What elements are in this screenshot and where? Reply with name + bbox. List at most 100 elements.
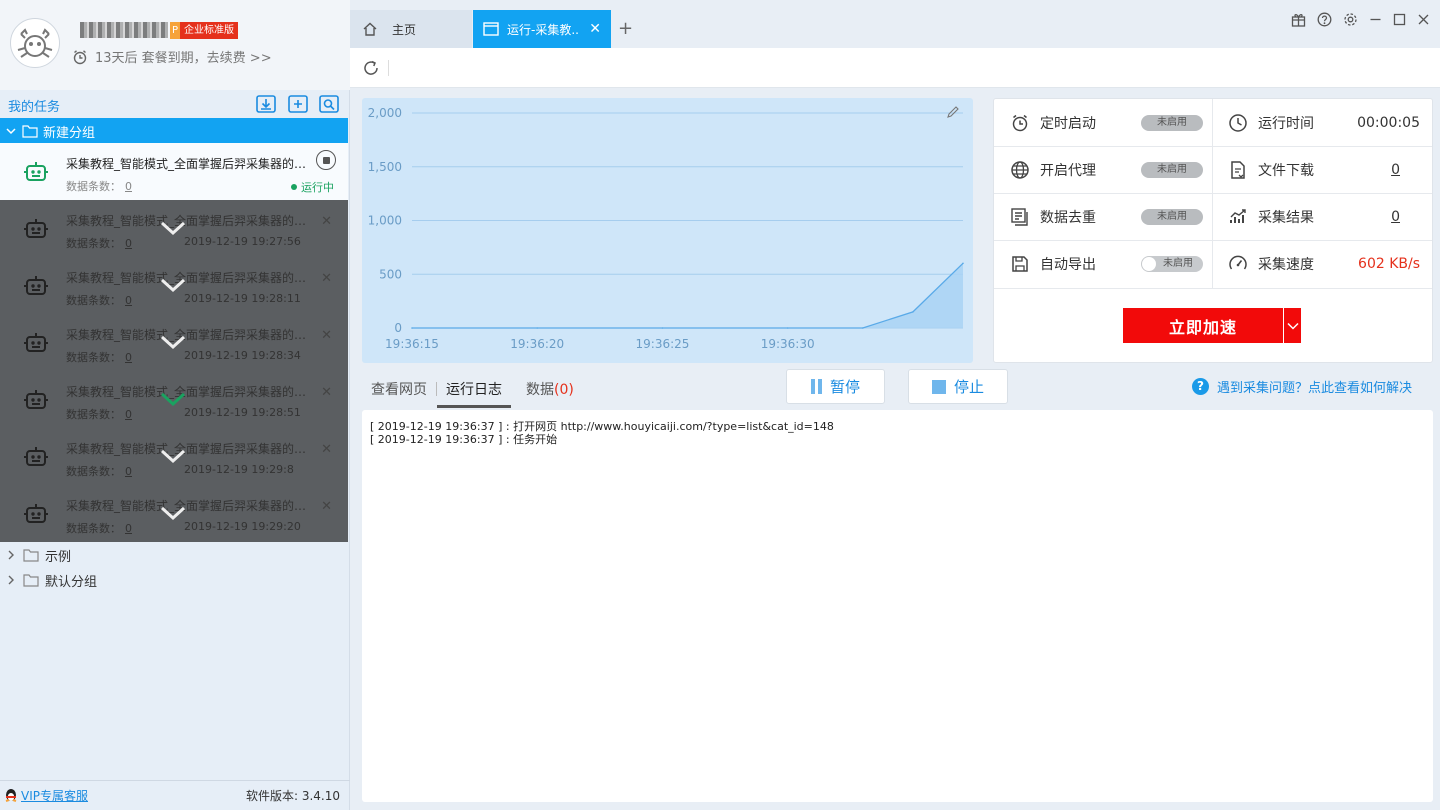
question-icon: ? (1192, 378, 1209, 395)
tab-view-page[interactable]: 查看网页 (362, 370, 436, 408)
new-task-icon[interactable] (288, 94, 308, 114)
trend-chart-icon (1230, 208, 1246, 223)
task-item-running[interactable]: 采集教程_智能模式_全面掌握后羿采集器的使用方法 数据条数：0 运行中 (0, 143, 348, 200)
proxy-toggle[interactable]: 未启用 (1141, 161, 1203, 178)
close-icon[interactable]: ✕ (321, 271, 332, 286)
status-badge: 运行中 (291, 179, 334, 195)
close-icon[interactable]: ✕ (321, 214, 332, 229)
close-window-icon[interactable] (1417, 13, 1430, 26)
gear-icon[interactable] (1343, 12, 1358, 27)
data-point (912, 311, 914, 313)
file-download-icon (1231, 160, 1245, 179)
help-link[interactable]: ? 遇到采集问题？点此查看如何解决 (1192, 377, 1412, 396)
stop-task-button[interactable] (316, 150, 336, 170)
vip-service-link[interactable]: VIP专属客服 (4, 787, 88, 804)
group-new[interactable]: 新建分组 (0, 118, 348, 144)
window-controls (1291, 12, 1430, 27)
x-tick-label: 19:36:15 (385, 337, 439, 351)
log-tabs: 查看网页 运行日志 数据(0) (362, 370, 583, 408)
tab-running-task[interactable]: 运行-采集教.. ✕ (473, 10, 611, 48)
tab-home[interactable]: 主页 (350, 10, 472, 48)
minimize-icon[interactable] (1369, 13, 1382, 26)
tab-run-log[interactable]: 运行日志 (437, 370, 511, 408)
speedometer-icon (1229, 255, 1247, 269)
task-item[interactable]: 采集教程_智能模式_全面掌握后羿采集器的使用方法 数据条数：0 2019-12-… (0, 428, 348, 485)
series-area (412, 263, 963, 328)
x-tick-label: 19:36:25 (636, 337, 690, 351)
close-icon[interactable]: ✕ (321, 328, 332, 343)
task-name: 采集教程_智能模式_全面掌握后羿采集器的使用方法 (66, 499, 312, 513)
data-point (862, 327, 864, 329)
chevron-down-icon (160, 449, 186, 464)
task-name: 采集教程_智能模式_全面掌握后羿采集器的使用方法 (66, 442, 312, 456)
p-badge: P (170, 22, 180, 39)
task-name: 采集教程_智能模式_全面掌握后羿采集器的使用方法 (66, 157, 312, 171)
task-count: 数据条数： 0 (66, 351, 132, 364)
chevron-down-icon (160, 335, 186, 350)
log-output: [ 2019-12-19 19:36:37 ] : 打开网页 http://ww… (362, 410, 1433, 802)
data-point (411, 327, 413, 329)
toolbar (350, 48, 1440, 88)
chevron-right-icon (8, 550, 14, 560)
group-name: 新建分组 (43, 125, 96, 141)
stat-speed: 采集速度 602 KB/s (1228, 240, 1420, 287)
group-default[interactable]: 默认分组 (0, 568, 348, 592)
x-tick-label: 19:36:20 (510, 337, 564, 351)
robot-icon (24, 276, 48, 295)
task-count: 数据条数： 0 (66, 180, 132, 193)
y-tick-label: 1,500 (368, 160, 402, 174)
help-icon[interactable] (1317, 12, 1332, 27)
sidebar: P 企业标准版 13天后 套餐到期，去续费 >> 我的任务 新建分组 采集教程_… (0, 0, 350, 810)
avatar[interactable] (10, 18, 60, 68)
close-icon[interactable]: ✕ (321, 442, 332, 457)
task-time: 2019-12-19 19:29:20 (184, 520, 301, 533)
timer-toggle[interactable]: 未启用 (1141, 114, 1203, 131)
alarm-clock-icon (1012, 114, 1028, 131)
accelerate-button[interactable]: 立即加速 (1123, 308, 1283, 343)
task-item[interactable]: 采集教程_智能模式_全面掌握后羿采集器的使用方法 数据条数：0 2019-12-… (0, 257, 348, 314)
window-icon (483, 22, 499, 36)
task-item[interactable]: 采集教程_智能模式_全面掌握后羿采集器的使用方法 数据条数：0 2019-12-… (0, 371, 348, 428)
task-item[interactable]: 采集教程_智能模式_全面掌握后羿采集器的使用方法 数据条数：0 2019-12-… (0, 485, 348, 542)
expire-notice[interactable]: 13天后 套餐到期，去续费 >> (72, 47, 272, 66)
close-icon[interactable]: ✕ (321, 499, 332, 514)
task-name: 采集教程_智能模式_全面掌握后羿采集器的使用方法 (66, 328, 312, 342)
stat-proxy: 开启代理 未启用 (1010, 146, 1203, 193)
speed-value: 602 KB/s (1358, 255, 1420, 272)
y-tick-label: 1,000 (368, 214, 402, 228)
tab-data[interactable]: 数据(0) (517, 370, 583, 408)
data-point (962, 262, 964, 265)
dedup-toggle[interactable]: 未启用 (1141, 208, 1203, 225)
refresh-icon[interactable] (362, 59, 380, 77)
accelerate-dropdown[interactable] (1284, 308, 1301, 343)
task-item[interactable]: 采集教程_智能模式_全面掌握后羿采集器的使用方法 数据条数：0 2019-12-… (0, 200, 348, 257)
export-toggle[interactable]: 未启用 (1141, 255, 1203, 272)
stat-runtime: 运行时间 00:00:05 (1228, 99, 1420, 146)
group-example[interactable]: 示例 (0, 543, 348, 567)
stat-export: 自动导出 未启用 (1010, 240, 1203, 287)
task-name: 采集教程_智能模式_全面掌握后羿采集器的使用方法 (66, 385, 312, 399)
gift-icon[interactable] (1291, 12, 1306, 27)
download-count[interactable]: 0 (1391, 162, 1400, 178)
clock-icon (1229, 113, 1247, 132)
robot-icon (24, 447, 48, 466)
maximize-icon[interactable] (1393, 13, 1406, 26)
chevron-down-icon (160, 278, 186, 293)
result-count[interactable]: 0 (1391, 209, 1400, 225)
pause-button[interactable]: 暂停 (786, 369, 885, 404)
close-icon[interactable]: ✕ (321, 385, 332, 400)
stop-button[interactable]: 停止 (908, 369, 1008, 404)
folder-icon (23, 574, 39, 587)
group-name: 默认分组 (45, 574, 98, 590)
group-name: 示例 (45, 549, 72, 565)
profile-area: P 企业标准版 13天后 套餐到期，去续费 >> (0, 0, 350, 90)
data-point (786, 327, 789, 329)
edit-chart-icon[interactable] (947, 106, 959, 118)
task-item[interactable]: 采集教程_智能模式_全面掌握后羿采集器的使用方法 数据条数：0 2019-12-… (0, 314, 348, 371)
close-tab-icon[interactable]: ✕ (589, 21, 601, 37)
folder-icon (23, 549, 39, 562)
search-task-icon[interactable] (319, 94, 339, 114)
import-icon[interactable] (256, 94, 276, 114)
robot-icon (24, 333, 48, 352)
add-tab-button[interactable]: + (618, 18, 633, 39)
